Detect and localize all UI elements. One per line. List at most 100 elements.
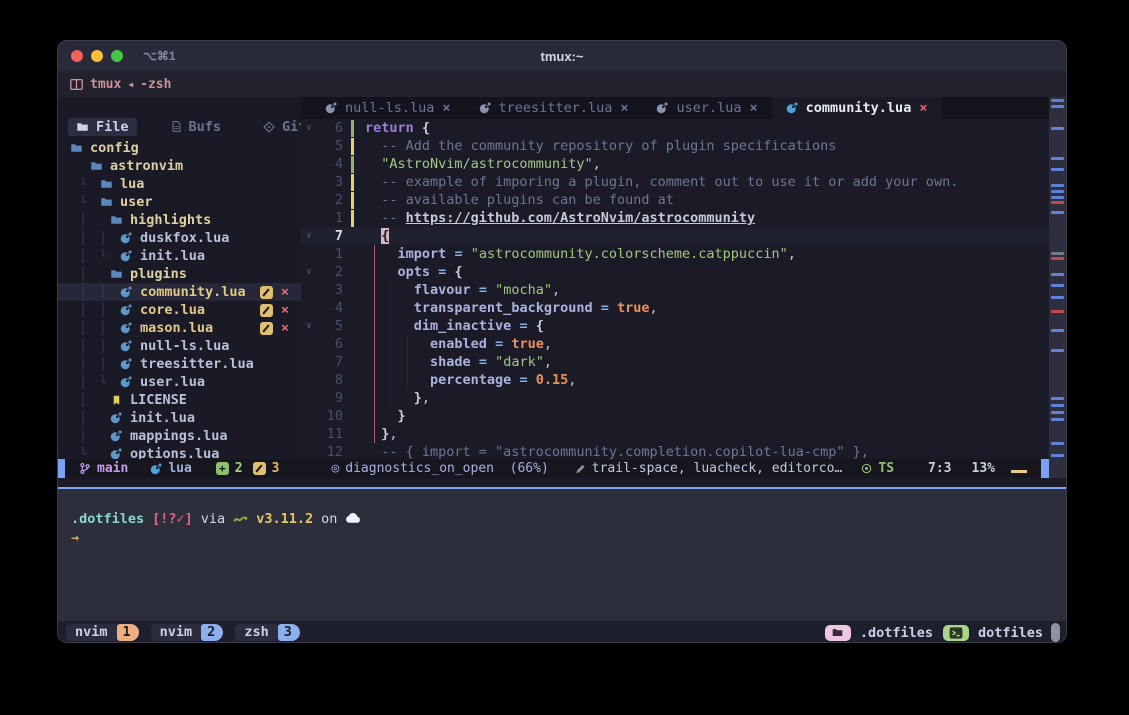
tree-row-treesitter.lua[interactable]: │ │ treesitter.lua — [58, 355, 301, 373]
buffer-tab-community.lua[interactable]: community.lua× — [772, 97, 942, 119]
sidebar-tab-git[interactable]: Git — [255, 118, 301, 136]
code-text: }, — [354, 425, 398, 443]
fold-arrow-icon[interactable]: ∨ — [301, 321, 317, 331]
tree-row-plugins[interactable]: │ plugins — [58, 265, 301, 283]
code-text: -- available plugins can be found at — [354, 191, 674, 209]
unsaved-close-icon[interactable]: × — [281, 320, 289, 336]
prompt-python-version: v3.11.2 — [256, 511, 313, 527]
code-line[interactable]: 4 "AstroNvim/astrocommunity", — [301, 155, 1066, 173]
tree-guide — [88, 339, 98, 353]
tmux-status-right: .dotfilesdotfiles — [825, 625, 1043, 641]
buffer-tab-treesitter.lua[interactable]: treesitter.lua× — [465, 97, 643, 119]
code-line[interactable]: 1 -- https://github.com/AstroNvim/astroc… — [301, 209, 1066, 227]
code-text: enabled = true, — [354, 335, 552, 353]
tmux-window-nvim-2[interactable]: nvim2 — [151, 624, 224, 641]
tree-row-config[interactable]: config — [58, 139, 301, 157]
minimap-mark — [1051, 397, 1064, 400]
code-line[interactable]: 9 }, — [301, 389, 1066, 407]
fold-arrow-icon[interactable]: ∨ — [301, 231, 317, 241]
tree-row-highlights[interactable]: │ highlights — [58, 211, 301, 229]
tree-row-options.lua[interactable]: └ options.lua — [58, 445, 301, 459]
tree-guide — [108, 249, 118, 263]
code-line[interactable]: 1 import = "astrocommunity.colorscheme.c… — [301, 245, 1066, 263]
prompt-input-line[interactable]: → — [71, 528, 1066, 547]
tree-row-lua[interactable]: └ lua — [58, 175, 301, 193]
scrollbar-minimap[interactable] — [1049, 97, 1066, 478]
code-line[interactable]: ∨6return { — [301, 119, 1066, 137]
line-number: 6 — [317, 120, 343, 136]
lua-file-icon — [479, 102, 491, 114]
tree-row-mason.lua[interactable]: │ │ mason.lua× — [58, 319, 301, 337]
tree-row-user[interactable]: └ user — [58, 193, 301, 211]
code-line[interactable]: 11 }, — [301, 425, 1066, 443]
tree-guide — [88, 285, 98, 299]
buffer-close-icon[interactable]: × — [620, 100, 628, 116]
tree-guide — [78, 159, 88, 173]
code-token: } — [398, 408, 406, 424]
unsaved-close-icon[interactable]: × — [281, 302, 289, 318]
buffer-close-icon[interactable]: × — [750, 100, 758, 116]
tree-row-init.lua[interactable]: │ └ init.lua — [58, 247, 301, 265]
buffer-tab-user.lua[interactable]: user.lua× — [642, 97, 771, 119]
tree-row-astronvim[interactable]: astronvim — [58, 157, 301, 175]
unsaved-close-icon[interactable]: × — [281, 284, 289, 300]
scrollbar-thumb[interactable] — [1051, 623, 1060, 642]
tree-guide — [68, 339, 78, 353]
code-token: = — [495, 336, 503, 352]
code-line[interactable]: 5 -- Add the community repository of plu… — [301, 137, 1066, 155]
code-line[interactable]: 8 percentage = 0.15, — [301, 371, 1066, 389]
code-token: true — [617, 300, 650, 316]
tree-row-community.lua[interactable]: │ │ community.lua× — [58, 283, 301, 301]
buffer-close-icon[interactable]: × — [442, 100, 450, 116]
line-number: 7 — [317, 354, 343, 370]
code-line[interactable]: 3 -- example of imporing a plugin, comme… — [301, 173, 1066, 191]
git-branch-segment[interactable]: main — [79, 461, 128, 476]
tree-row-null-ls.lua[interactable]: │ │ null-ls.lua — [58, 337, 301, 355]
editor-main[interactable]: null-ls.lua×treesitter.lua×user.lua×comm… — [301, 97, 1066, 459]
code-line[interactable]: 2 -- available plugins can be found at — [301, 191, 1066, 209]
neotree-sidebar[interactable]: File Bufs Git config astronvim └ lua └ use… — [58, 97, 301, 459]
code-line[interactable]: 10 } — [301, 407, 1066, 425]
tree-item-label: lua — [120, 176, 144, 192]
tree-guide: │ — [78, 357, 88, 371]
tmux-window-zsh-3[interactable]: zsh3 — [235, 624, 300, 641]
code-line[interactable]: ∨5 dim_inactive = { — [301, 317, 1066, 335]
code-token: , — [568, 372, 576, 388]
tree-row-LICENSE[interactable]: │ LICENSE — [58, 391, 301, 409]
tree-guide — [88, 321, 98, 335]
python-icon — [233, 512, 248, 526]
code-line[interactable]: 4 transparent_background = true, — [301, 299, 1066, 317]
code-line[interactable]: 7 shade = "dark", — [301, 353, 1066, 371]
code-token: -- example of imporing a plugin, comment… — [365, 174, 958, 190]
tree-guide: │ — [78, 375, 88, 389]
diagnostics-segment[interactable]: ◎ diagnostics_on_open (66%) — [331, 461, 548, 476]
lsp-tools-segment[interactable]: trail-space, luacheck, editorco… — [575, 461, 842, 476]
titlebar[interactable]: ⌥⌘1 tmux:~ — [58, 41, 1066, 71]
tree-row-mappings.lua[interactable]: │ mappings.lua — [58, 427, 301, 445]
buffer-tab-null-ls.lua[interactable]: null-ls.lua× — [311, 97, 465, 119]
fold-arrow-icon[interactable]: ∨ — [301, 123, 317, 133]
shell-pane[interactable]: .dotfiles [!?✓] via v3.11.2 on → — [58, 489, 1066, 621]
code-line[interactable]: 6 enabled = true, — [301, 335, 1066, 353]
tree-row-core.lua[interactable]: │ │ core.lua× — [58, 301, 301, 319]
code-line[interactable]: ∨7 { — [301, 227, 1066, 245]
sidebar-tab-file[interactable]: File — [68, 118, 137, 136]
sidebar-tab-bufs[interactable]: Bufs — [163, 118, 230, 136]
buffer-close-icon[interactable]: × — [919, 100, 927, 116]
tmux-window-nvim-1[interactable]: nvim1 — [66, 624, 139, 641]
code-token: = — [454, 246, 462, 262]
code-line[interactable]: 3 flavour = "mocha", — [301, 281, 1066, 299]
statusline: main lua + 2 3 ◎ diagnostics_on_open (66… — [58, 459, 1051, 478]
code-area[interactable]: ∨6return {5 -- Add the community reposit… — [301, 119, 1066, 459]
code-line[interactable]: ∨2 opts = { — [301, 263, 1066, 281]
code-token: , — [389, 426, 397, 442]
code-token — [593, 300, 601, 316]
tree-row-user.lua[interactable]: │ └ user.lua — [58, 373, 301, 391]
tree-row-init.lua[interactable]: │ init.lua — [58, 409, 301, 427]
tree-row-duskfox.lua[interactable]: │ │ duskfox.lua — [58, 229, 301, 247]
tree-guide — [68, 375, 78, 389]
code-token: true — [511, 336, 544, 352]
code-line[interactable]: 12 -- { import = "astrocommunity.complet… — [301, 443, 1066, 459]
minimap-mark — [1051, 105, 1064, 108]
fold-arrow-icon[interactable]: ∨ — [301, 267, 317, 277]
